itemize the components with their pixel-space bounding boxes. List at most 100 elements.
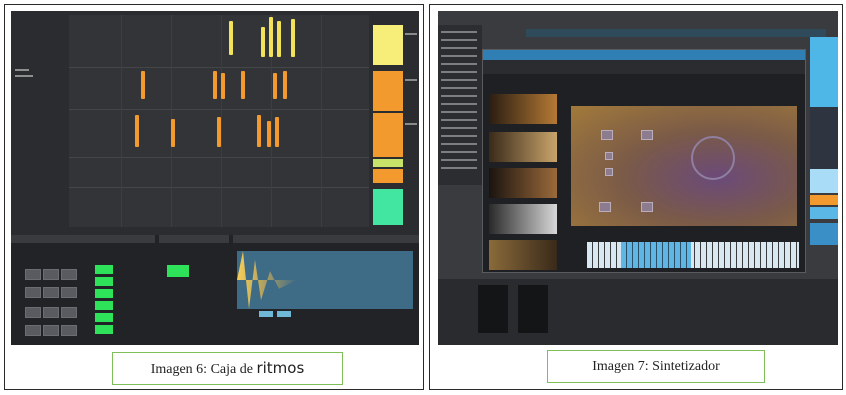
figure-cell-right: Imagen 7: Sintetizador: [429, 4, 843, 390]
clip-orange: [275, 117, 279, 147]
clip-orange: [213, 71, 217, 99]
list-row: [441, 151, 477, 153]
level-meter: [478, 285, 508, 333]
track-color-teal: [373, 189, 403, 225]
drum-pad: [25, 325, 41, 336]
drum-pad: [43, 287, 59, 298]
synth-dial: [691, 136, 735, 180]
instrument-window: [482, 49, 806, 273]
caption-prefix: Imagen 6: Caja de: [150, 362, 257, 377]
library-thumbnail: [489, 94, 557, 124]
list-row: [441, 119, 477, 121]
synth-panel: [571, 106, 797, 226]
library-thumbnail: [489, 240, 557, 270]
track-color-dark: [810, 107, 838, 169]
drum-pad: [43, 307, 59, 318]
level-meter: [518, 285, 548, 333]
synth-button: [605, 168, 613, 176]
list-row: [441, 79, 477, 81]
chain-selected: [95, 265, 113, 274]
panel-header: [11, 235, 155, 243]
list-row: [441, 87, 477, 89]
track-color-orange: [373, 71, 403, 111]
library-thumbnail: [489, 168, 557, 198]
lane-divider: [69, 187, 369, 188]
chain-selected: [95, 289, 113, 298]
track-info: [405, 79, 417, 81]
library-thumbnail: [489, 204, 557, 234]
window-titlebar: [483, 50, 805, 60]
clip-orange: [135, 115, 139, 147]
track-info: [405, 33, 417, 35]
synth-button: [599, 202, 611, 212]
list-row: [441, 39, 477, 41]
drum-pad: [43, 269, 59, 280]
list-row: [441, 95, 477, 97]
track-color-yellow: [373, 25, 403, 65]
grid-line: [221, 15, 222, 227]
caption-box: Imagen 7: Sintetizador: [547, 350, 765, 383]
piano-keyboard: [587, 242, 799, 268]
drum-pad: [25, 269, 41, 280]
caption-box: Imagen 6: Caja de ritmos: [112, 352, 343, 385]
chain-selected: [95, 325, 113, 334]
figure-caption: Imagen 7: Sintetizador: [592, 358, 720, 374]
chain-selected: [167, 265, 189, 277]
grid-line: [121, 15, 122, 227]
caption-emphasis: ritmos: [256, 359, 305, 377]
track-info: [405, 123, 417, 125]
browser-list: [438, 25, 482, 185]
list-row: [441, 159, 477, 161]
track-color-lime: [373, 159, 403, 167]
chain-selected: [95, 277, 113, 286]
drum-pad: [61, 307, 77, 318]
track-name: [15, 69, 29, 71]
track-color-orange: [810, 195, 838, 205]
list-row: [441, 103, 477, 105]
track-color-blue: [810, 207, 838, 219]
window-toolbar: [483, 60, 805, 74]
drum-pad: [25, 287, 41, 298]
figure-cell-left: Imagen 6: Caja de ritmos: [4, 4, 424, 390]
sample-control: [277, 311, 291, 317]
lane-divider: [69, 67, 369, 68]
list-row: [441, 111, 477, 113]
drum-pad: [61, 287, 77, 298]
clip-yellow: [291, 19, 295, 57]
track-name: [15, 75, 33, 77]
piano-keys-active: [621, 242, 691, 268]
clip-orange: [241, 71, 245, 99]
list-row: [441, 127, 477, 129]
list-row: [441, 143, 477, 145]
chain-selected: [95, 301, 113, 310]
clip-orange: [257, 115, 261, 147]
library-thumbnail: [489, 132, 557, 162]
drum-rack-screenshot: [11, 11, 419, 345]
synth-button: [605, 152, 613, 160]
figure-caption: Imagen 6: Caja de ritmos: [151, 359, 305, 378]
list-row: [441, 47, 477, 49]
synth-button: [641, 130, 653, 140]
clip-yellow: [261, 27, 265, 57]
list-row: [441, 167, 477, 169]
clip-orange: [283, 71, 287, 99]
automation-strip: [526, 29, 826, 37]
lane-divider: [69, 157, 369, 158]
track-color-blue: [810, 223, 838, 245]
clip-yellow: [277, 21, 281, 57]
clip-orange: [141, 71, 145, 99]
list-row: [441, 71, 477, 73]
synthesizer-screenshot: [438, 11, 838, 345]
device-panel: [11, 235, 419, 345]
drum-pad: [61, 325, 77, 336]
synth-button: [601, 130, 613, 140]
chain-selected: [95, 313, 113, 322]
track-color-blue: [810, 37, 838, 107]
clip-yellow: [269, 17, 273, 57]
clip-orange: [267, 121, 271, 147]
sample-waveform: [237, 251, 413, 309]
lane-divider: [69, 109, 369, 110]
clip-orange: [273, 73, 277, 99]
waveform: [237, 251, 297, 309]
list-row: [441, 63, 477, 65]
